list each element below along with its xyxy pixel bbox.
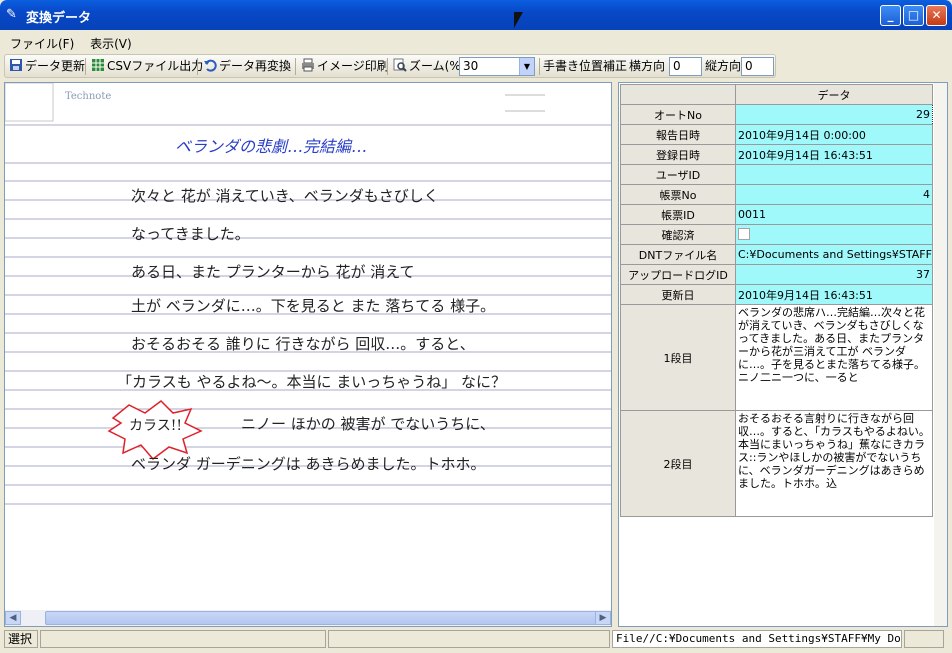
cell-user-id[interactable] — [735, 164, 933, 185]
row-label: DNTファイル名 — [620, 244, 736, 265]
toolbar: データ更新 CSVファイル出力 データ再変換 イメージ印刷 ズーム(%) 30 … — [4, 54, 776, 78]
handwritten-line-1: 次々と 花が 消えていき、ベランダもさびしく — [131, 187, 439, 205]
cell-form-id[interactable]: 0011 — [735, 204, 933, 225]
zoom-label: ズーム(%) — [393, 58, 465, 75]
horizontal-scrollbar[interactable]: ◀ ▶ — [5, 610, 611, 626]
status-panel — [328, 630, 610, 648]
row-label: 確認済 — [620, 224, 736, 245]
handwritten-line-2: なってきました。 — [131, 225, 250, 243]
vertical-offset-input[interactable]: 0 — [741, 57, 774, 76]
data-panel: データ オートNo 29 報告日時 2010年9月14日 0:00:00 登録日… — [618, 82, 948, 627]
row-label: 1段目 — [620, 304, 736, 411]
row-label: オートNo — [620, 104, 736, 125]
title-bar: ✎ 変換データ _ □ ✕ — [0, 0, 952, 30]
table-row: ユーザID — [620, 164, 933, 185]
printer-icon — [302, 58, 314, 72]
brand-logo: Technote — [65, 91, 112, 102]
row-label: アップロードログID — [620, 264, 736, 285]
handwritten-line-8: ベランダ ガーデニングは あきらめました。トホホ。 — [131, 455, 486, 473]
toolbar-separator — [85, 58, 86, 75]
menu-bar: ファイル(F) 表示(V) — [4, 31, 948, 53]
table-row: 更新日 2010年9月14日 16:43:51 — [620, 284, 933, 305]
cell-upload-log-id[interactable]: 37 — [735, 264, 933, 285]
table-row: 帳票No 4 — [620, 184, 933, 205]
reconvert-button[interactable]: データ再変換 — [203, 58, 291, 75]
magnifier-icon — [393, 58, 407, 72]
print-image-button[interactable]: イメージ印刷 — [301, 58, 389, 75]
row-label: 帳票ID — [620, 204, 736, 225]
table-row: 報告日時 2010年9月14日 0:00:00 — [620, 124, 933, 145]
update-data-button[interactable]: データ更新 — [9, 58, 85, 75]
toolbar-separator — [197, 58, 198, 75]
row-label: 帳票No — [620, 184, 736, 205]
chevron-down-icon[interactable]: ▼ — [519, 58, 534, 75]
cell-form-no[interactable]: 4 — [735, 184, 933, 205]
spreadsheet-icon — [92, 59, 104, 71]
save-icon — [10, 59, 22, 71]
mouse-cursor-icon — [514, 12, 523, 28]
row-label: 登録日時 — [620, 144, 736, 165]
menu-view[interactable]: 表示(V) — [84, 31, 138, 56]
vertical-scrollbar[interactable] — [934, 83, 947, 626]
toolbar-separator — [295, 58, 296, 75]
table-row: 帳票ID 0011 — [620, 204, 933, 225]
handwritten-line-6: 「カラスも やるよね〜。本当に まいっちゃうね」 なに？ — [117, 373, 507, 391]
size-grip-icon[interactable] — [904, 630, 944, 648]
status-bar: 選択 File//C:¥Documents and Settings¥STAFF… — [4, 629, 948, 649]
horizontal-label: 横方向 — [629, 59, 666, 73]
toolbar-separator — [387, 58, 388, 75]
zoom-select[interactable]: 30 ▼ — [459, 57, 535, 76]
table-row: 1段目 ベランダの悲席ハ…完結編…次々と花が消えていき、ベランダもさびしくなって… — [620, 304, 933, 411]
minimize-button[interactable]: _ — [880, 5, 901, 26]
scroll-thumb[interactable] — [45, 611, 599, 625]
image-viewer: Technote ベランダの悲劇…完結編… 次々と 花が 消えていき、ベランダも… — [4, 82, 612, 627]
handwritten-line-3: ある日、また プランターから 花が 消えて — [131, 263, 415, 281]
horizontal-offset-input[interactable]: 0 — [669, 57, 702, 76]
cell-dnt-file[interactable]: C:¥Documents and Settings¥STAFF¥M — [735, 244, 933, 265]
table-row: アップロードログID 37 — [620, 264, 933, 285]
app-icon: ✎ — [6, 7, 17, 22]
cell-registered-date[interactable]: 2010年9月14日 16:43:51 — [735, 144, 933, 165]
handwritten-line-4: 土が ベランダに…。下を見ると また 落ちてる 様子。 — [131, 297, 496, 315]
table-row: オートNo 29 — [620, 104, 933, 125]
cell-line-1[interactable]: ベランダの悲席ハ…完結編…次々と花が消えていき、ベランダもさびしくなってきました… — [735, 304, 933, 411]
data-table: データ オートNo 29 報告日時 2010年9月14日 0:00:00 登録日… — [620, 84, 933, 517]
confirmed-checkbox[interactable] — [738, 228, 750, 240]
handwritten-title: ベランダの悲劇…完結編… — [175, 137, 368, 156]
menu-file[interactable]: ファイル(F) — [4, 31, 80, 56]
row-label: ユーザID — [620, 164, 736, 185]
cell-updated-date[interactable]: 2010年9月14日 16:43:51 — [735, 284, 933, 305]
status-panel — [40, 630, 326, 648]
table-row: 2段目 おそるおそる言射りに行きながら回収…。すると、「カラスもやるよねい。本当… — [620, 410, 933, 517]
row-label: 更新日 — [620, 284, 736, 305]
scroll-left-icon[interactable]: ◀ — [5, 611, 21, 625]
undo-arrow-icon — [204, 59, 217, 72]
row-label: 報告日時 — [620, 124, 736, 145]
cell-report-date[interactable]: 2010年9月14日 0:00:00 — [735, 124, 933, 145]
correction-label: 手書き位置補正 — [543, 59, 628, 73]
vertical-label: 縦方向 — [705, 59, 742, 73]
status-file-path: File//C:¥Documents and Settings¥STAFF¥My… — [612, 630, 902, 648]
window-title: 変換データ — [26, 11, 92, 26]
column-header-data: データ — [735, 84, 933, 105]
toolbar-separator — [539, 58, 540, 75]
cell-line-2[interactable]: おそるおそる言射りに行きながら回収…。すると、「カラスもやるよねい。本当にまいっ… — [735, 410, 933, 517]
cell-auto-no[interactable]: 29 — [735, 104, 933, 125]
corner-header — [620, 84, 736, 105]
table-row: 登録日時 2010年9月14日 16:43:51 — [620, 144, 933, 165]
row-label: 2段目 — [620, 410, 736, 517]
status-mode: 選択 — [4, 630, 38, 648]
handwritten-line-5: おそるおそる 誰りに 行きながら 回収…。すると、 — [131, 335, 475, 353]
maximize-button[interactable]: □ — [903, 5, 924, 26]
cell-confirmed — [735, 224, 933, 245]
burst-text: カラス!! — [129, 418, 182, 434]
close-button[interactable]: ✕ — [926, 5, 947, 26]
scanned-form-image: Technote ベランダの悲劇…完結編… 次々と 花が 消えていき、ベランダも… — [4, 82, 611, 610]
handwritten-line-7: ニノー ほかの 被害が でないうちに、 — [241, 415, 495, 433]
table-row: 確認済 — [620, 224, 933, 245]
csv-export-button[interactable]: CSVファイル出力 — [91, 58, 203, 75]
scroll-right-icon[interactable]: ▶ — [595, 611, 611, 625]
table-row: DNTファイル名 C:¥Documents and Settings¥STAFF… — [620, 244, 933, 265]
